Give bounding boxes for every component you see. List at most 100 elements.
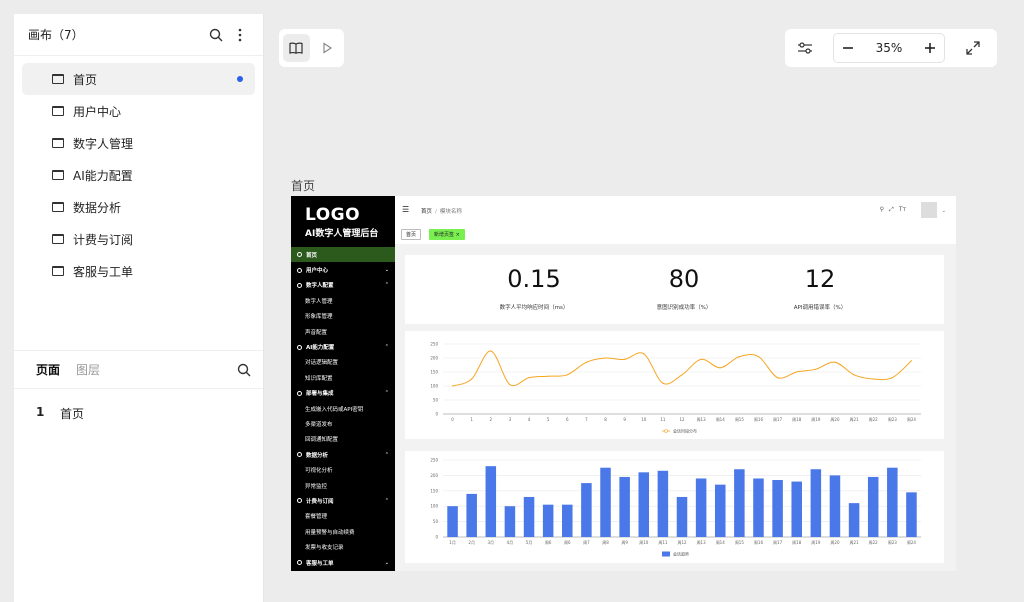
nav-item[interactable]: 客服与工单 ⌄ [291, 555, 395, 570]
zoom-out-icon[interactable] [842, 39, 854, 58]
nav-icon [297, 390, 302, 396]
canvas-item-data-analysis[interactable]: 数据分析 [22, 191, 255, 223]
breadcrumb-home[interactable]: 首页 [421, 209, 432, 215]
stat-label: API调用错误率（%） [793, 305, 847, 311]
zoom-in-icon[interactable] [924, 39, 936, 58]
canvas-item-label: 用户中心 [73, 104, 122, 119]
book-icon[interactable] [283, 34, 310, 62]
page-icon [52, 170, 64, 180]
nav-item[interactable]: 生成嵌入代码或API密钥 [291, 401, 395, 416]
nav-item-label: 用量预警与自动续费 [305, 529, 355, 536]
nav-item[interactable]: 计费与订阅 ⌃ [291, 493, 395, 508]
nav-item[interactable]: 多渠道发布 [291, 416, 395, 431]
nav-item[interactable]: 可视化分析 [291, 462, 395, 477]
line-chart-card: 0 50 100 150 200 250 0 1 2 3 4 5 6 7 8 9 10 11 12 周13 周14 周15… [405, 331, 944, 439]
search-icon[interactable]: ⚲ [880, 206, 884, 214]
x-tick-label: 周16 [754, 416, 764, 422]
tab-layers[interactable]: 图层 [76, 361, 100, 378]
x-tick-label: 周17 [773, 416, 783, 422]
font-size-icon[interactable]: Tт [899, 206, 906, 214]
y-tick-label: 100 [430, 384, 438, 389]
data-point [719, 367, 721, 369]
panel-tabs: 页面 图层 [14, 351, 263, 389]
bar [523, 496, 535, 537]
nav-item-label: 数字人配置 [306, 283, 334, 290]
legend-marker [664, 429, 668, 433]
tab-pages[interactable]: 页面 [36, 361, 60, 378]
page-list-item[interactable]: 1 首页 [36, 405, 84, 422]
data-point [471, 378, 473, 380]
canvas-item-home[interactable]: 首页 [22, 63, 255, 95]
x-tick-label: 2 [490, 417, 493, 422]
canvas-item-ai-config[interactable]: AI能力配置 [22, 159, 255, 191]
x-tick-label: 周18 [792, 416, 802, 422]
page-icon [52, 106, 64, 116]
artboard-home[interactable]: LOGO AI数字人管理后台 首页 用户中心 ⌄ 数字人配置 ⌃ 数字人管理 形象库管理 声音… [291, 196, 956, 571]
x-tick-label: 2月 [468, 540, 475, 545]
nav-item[interactable]: 知识库配置 [291, 370, 395, 385]
nav-item[interactable]: 用户中心 ⌄ [291, 262, 395, 277]
avatar[interactable] [921, 202, 937, 218]
nav-item[interactable]: 声音配置 [291, 324, 395, 339]
nav-item[interactable]: 回调通知配置 [291, 432, 395, 447]
nav-item[interactable]: 用量预警与自动续费 [291, 524, 395, 539]
nav-item-label: 异常监控 [305, 483, 328, 490]
x-tick-label: 3月 [488, 540, 495, 545]
nav-item-label: 数字人管理 [305, 298, 333, 305]
settings-sliders-icon[interactable] [791, 34, 819, 62]
data-point [777, 377, 779, 379]
app-nav: 首页 用户中心 ⌄ 数字人配置 ⌃ 数字人管理形象库管理 声音配置 AI能力配置 ⌃ 对话逻辑配置… [291, 247, 395, 570]
nav-item[interactable]: 数据分析 ⌃ [291, 447, 395, 462]
data-point [604, 357, 607, 359]
menu-fold-icon[interactable]: ☰ [402, 205, 409, 214]
fullscreen-icon[interactable] [959, 34, 987, 62]
nav-item[interactable]: 发票与收支记录 [291, 539, 395, 554]
canvas-item-support[interactable]: 客服与工单 [22, 255, 255, 287]
page-label: 首页 [60, 407, 85, 421]
x-tick-label: 周19 [811, 539, 821, 545]
data-point [451, 385, 454, 387]
bar [466, 493, 477, 537]
canvas-item-label: 数据分析 [73, 200, 122, 215]
nav-item[interactable]: 对话逻辑配置 [291, 355, 395, 370]
bar [867, 476, 879, 537]
bar [562, 504, 573, 537]
nav-item[interactable]: AI能力配置 ⌃ [291, 339, 395, 354]
x-tick-label: 周13 [697, 539, 707, 545]
data-point [738, 356, 740, 358]
nav-item[interactable]: 数字人配置 ⌃ [291, 278, 395, 293]
bar [906, 492, 917, 537]
canvas-item-label: AI能力配置 [73, 168, 133, 183]
tab-tag-home[interactable]: 首页 [401, 229, 422, 240]
canvas-item-user-center[interactable]: 用户中心 [22, 95, 255, 127]
x-tick-label: 周6 [564, 539, 571, 545]
data-point [834, 361, 836, 363]
more-vertical-icon[interactable] [231, 26, 249, 44]
nav-item[interactable]: 套餐管理 [291, 509, 395, 524]
data-point [757, 356, 760, 358]
unsaved-dot [237, 76, 243, 82]
play-icon[interactable] [314, 34, 341, 62]
nav-icon [297, 252, 302, 258]
fullscreen-icon[interactable]: ⤢ [889, 206, 894, 214]
x-tick-label: 周14 [716, 539, 726, 545]
stat-response-time: 0.15 数字人平均响应时间（ms） [464, 264, 604, 311]
x-tick-label: 周18 [792, 539, 802, 545]
nav-item[interactable]: 首页 [291, 247, 395, 263]
chevron-down-icon[interactable]: ⌄ [942, 208, 946, 214]
nav-item[interactable]: 异常监控 [291, 478, 395, 493]
nav-item[interactable]: 形象库管理 [291, 309, 395, 324]
canvas-item-digital-human[interactable]: 数字人管理 [22, 127, 255, 159]
tab-tag-new[interactable]: 新增页签 × [429, 229, 465, 240]
nav-item[interactable]: 数字人管理 [291, 293, 395, 308]
page-icon [52, 138, 64, 148]
bar [848, 503, 860, 537]
nav-item[interactable]: 部署与集成 ⌃ [291, 386, 395, 401]
x-tick-label: 周14 [716, 416, 726, 422]
bar [638, 472, 650, 537]
search-icon[interactable] [207, 26, 225, 44]
x-tick-label: 8 [604, 417, 607, 422]
x-tick-label: 周19 [811, 416, 821, 422]
search-icon[interactable] [235, 361, 253, 379]
canvas-item-billing[interactable]: 计费与订阅 [22, 223, 255, 255]
